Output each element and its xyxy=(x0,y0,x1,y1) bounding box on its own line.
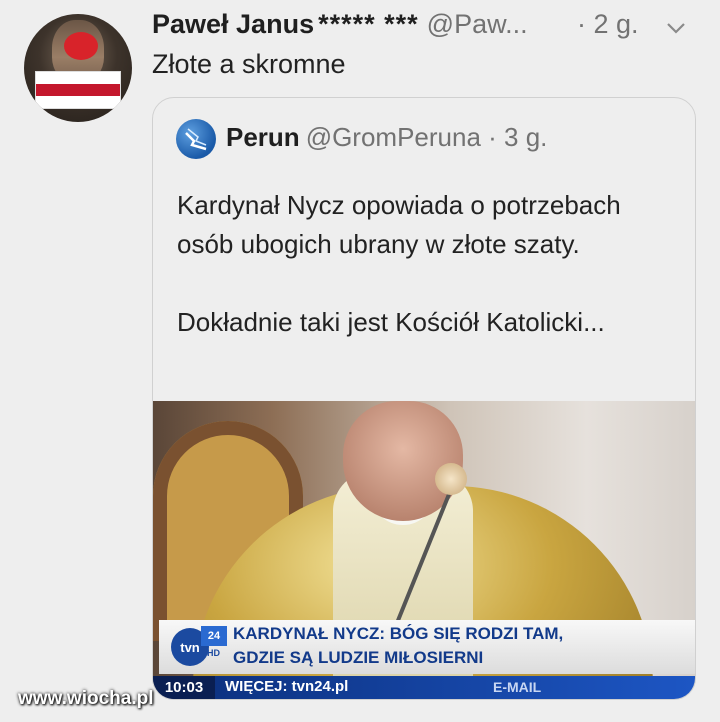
avatar-red-patch xyxy=(64,32,98,60)
tv-lower-third: tvn 24 HD KARDYNAŁ NYCZ: BÓG SIĘ RODZI T… xyxy=(153,620,695,699)
email-text: E-MAIL xyxy=(493,679,542,695)
headline-line-2: GDZIE SĄ LUDZIE MIŁOSIERNI xyxy=(233,648,484,667)
quoted-author-avatar[interactable] xyxy=(176,119,216,159)
tv-clock: 10:03 xyxy=(153,676,215,699)
watermark: www.wiocha.pl xyxy=(18,688,154,709)
quoted-tweet[interactable]: Perun @GromPeruna · 3 g. Kardynał Nycz op… xyxy=(152,97,696,700)
quoted-paragraph: Kardynał Nycz opowiada o potrzebach osób… xyxy=(177,190,621,259)
more-info-text: WIĘCEJ: tvn24.pl xyxy=(225,678,349,695)
quoted-tweet-time[interactable]: · 3 g. xyxy=(488,122,547,152)
tweet-time[interactable]: · 2 g. xyxy=(577,9,639,40)
author-handle[interactable]: @Paw... xyxy=(427,9,528,39)
microphone-icon xyxy=(435,463,467,495)
logo-24: 24 xyxy=(201,626,227,646)
tvn24-logo-icon: tvn 24 HD xyxy=(171,626,227,670)
quoted-author-name[interactable]: Perun xyxy=(226,122,300,152)
polish-flag-icon xyxy=(36,72,120,108)
author-badge: ***** *** xyxy=(318,9,419,39)
quoted-author-handle[interactable]: @GromPeruna xyxy=(306,122,481,152)
tweet-header: Paweł Janus ***** *** @Paw... · 2 g. xyxy=(152,9,712,49)
lower-third-headline-bar: tvn 24 HD KARDYNAŁ NYCZ: BÓG SIĘ RODZI T… xyxy=(159,620,695,674)
chevron-down-icon[interactable] xyxy=(661,13,691,43)
author-name[interactable]: Paweł Janus xyxy=(152,9,314,39)
quoted-tweet-header: Perun @GromPeruna · 3 g. xyxy=(226,122,547,153)
quoted-paragraph: Dokładnie taki jest Kościół Katolicki... xyxy=(177,307,605,337)
author-avatar[interactable] xyxy=(24,14,132,122)
logo-hd: HD xyxy=(207,648,220,658)
tweet[interactable]: Paweł Janus ***** *** @Paw... · 2 g. Złote… xyxy=(0,0,720,722)
media-photo[interactable]: tvn 24 HD KARDYNAŁ NYCZ: BÓG SIĘ RODZI T… xyxy=(153,401,695,699)
quoted-tweet-text: Kardynał Nycz opowiada o potrzebach osób… xyxy=(177,186,677,342)
news-headline: KARDYNAŁ NYCZ: BÓG SIĘ RODZI TAM, GDZIE … xyxy=(233,622,693,670)
headline-line-1: KARDYNAŁ NYCZ: BÓG SIĘ RODZI TAM, xyxy=(233,624,564,643)
lower-third-ticker: 10:03 WIĘCEJ: tvn24.pl E-MAIL xyxy=(153,676,695,699)
lightning-icon xyxy=(185,128,207,151)
tweet-text: Złote a skromne xyxy=(152,49,346,79)
